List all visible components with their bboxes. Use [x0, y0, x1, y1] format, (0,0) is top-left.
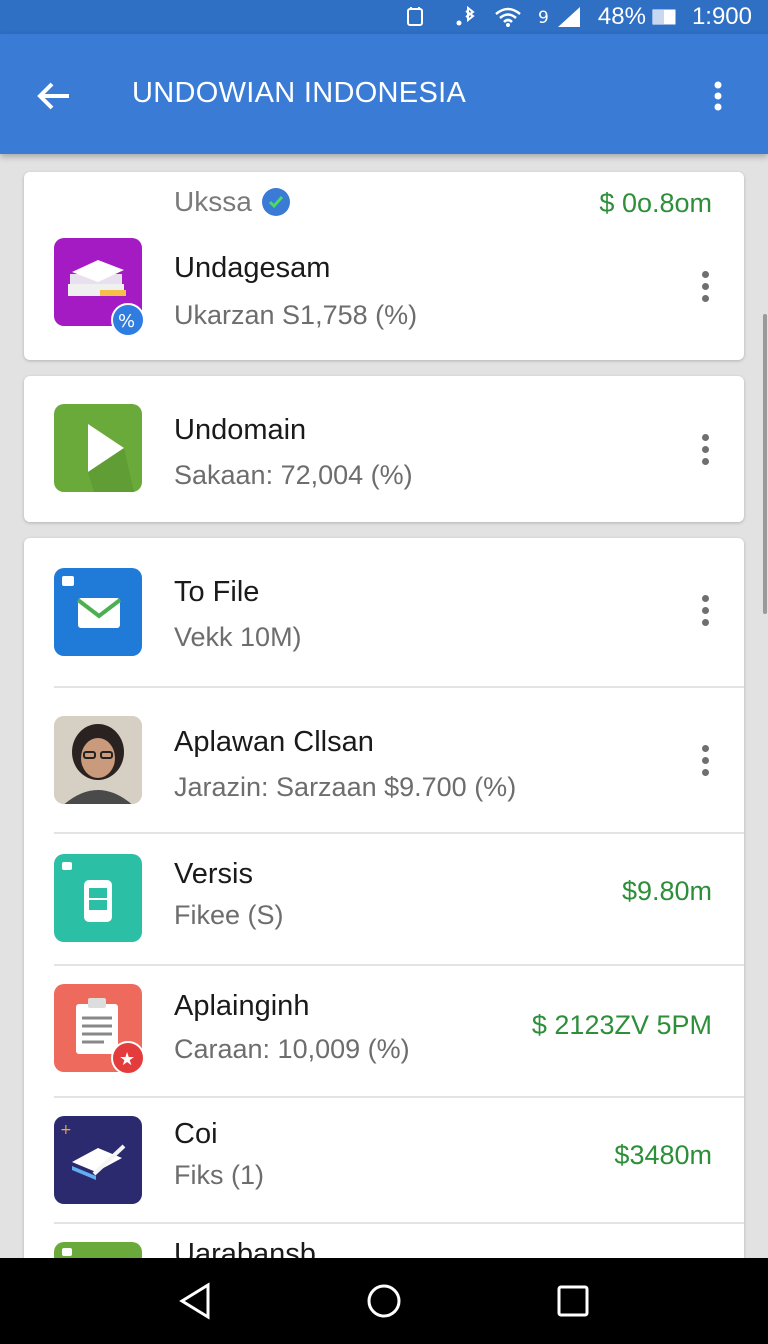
home-circle-icon — [367, 1284, 401, 1318]
document-icon: ★ — [54, 984, 145, 1075]
item-menu-button[interactable] — [692, 427, 718, 471]
sync-icon — [404, 6, 426, 28]
item-title: Aplainginh — [174, 990, 310, 1022]
card-undomain: Undomain Sakaan: 72,004 (%) — [24, 376, 744, 522]
item-subtitle: Sakaan: 72,004 (%) — [174, 460, 413, 490]
item-price: $3480m — [614, 1140, 712, 1170]
svg-text:9: 9 — [538, 8, 549, 28]
item-title: Uarabansb — [174, 1238, 316, 1258]
navigation-bar — [0, 1258, 768, 1344]
books-icon: % — [54, 238, 145, 337]
wifi-icon — [494, 6, 522, 28]
svg-text:%: % — [118, 311, 135, 332]
clock: 1:900 — [691, 3, 752, 30]
svg-text:+: + — [60, 1122, 72, 1138]
page-title: UNDOWIAN INDONESIA — [132, 77, 467, 109]
item-menu-button[interactable] — [692, 738, 718, 782]
item-price: $ 2123ZV 5PM — [531, 1010, 712, 1040]
card-file-list: To File Vekk 10M) Aplawan Cllsan Jarazin… — [24, 538, 744, 1258]
item-subtitle: Jarazin: Sarzaan $9.700 (%) — [174, 772, 517, 802]
item-subtitle: Ukarzan S1,758 (%) — [174, 300, 418, 330]
nav-back-button[interactable] — [165, 1271, 225, 1331]
scrollbar[interactable] — [763, 314, 767, 614]
item-menu-button[interactable] — [692, 588, 718, 632]
list-item[interactable]: + Coi Fiks (1) $3480m — [24, 1098, 744, 1224]
list-item[interactable]: Uarabansb — [24, 1224, 744, 1258]
item-title: Coi — [174, 1118, 218, 1150]
item-title: Undagesam — [174, 252, 331, 284]
item-title: Versis — [174, 858, 253, 890]
mail-icon — [54, 568, 142, 656]
back-triangle-icon — [178, 1282, 210, 1320]
list-item[interactable]: Versis Fikee (S) $9.80m — [24, 834, 744, 966]
list-item[interactable]: Aplawan Cllsan Jarazin: Sarzaan $9.700 (… — [24, 688, 744, 834]
nav-recents-button[interactable] — [543, 1271, 603, 1331]
back-button[interactable] — [30, 74, 78, 118]
nav-home-button[interactable] — [354, 1271, 414, 1331]
overflow-menu-icon — [714, 81, 722, 111]
item-title: Aplawan Cllsan — [174, 726, 374, 758]
list-item[interactable]: % Undagesam Ukarzan S1,758 (%) — [24, 172, 744, 360]
item-subtitle: Fikee (S) — [174, 900, 284, 930]
app-icon — [54, 1242, 142, 1258]
recents-square-icon — [557, 1285, 589, 1317]
overflow-menu-button[interactable] — [698, 74, 738, 118]
arrow-left-icon — [37, 82, 69, 110]
play-icon — [54, 404, 142, 492]
edit-book-icon: + — [54, 1116, 142, 1204]
avatar — [54, 716, 142, 804]
battery-text: 48% — [597, 3, 646, 30]
list-item[interactable]: To File Vekk 10M) — [24, 538, 744, 688]
svg-text:★: ★ — [119, 1049, 135, 1070]
battery-icon — [652, 8, 678, 26]
status-bar: 9 48% 1:900 — [0, 0, 768, 34]
item-title: Undomain — [174, 414, 307, 446]
bluetooth-icon — [456, 5, 478, 29]
item-subtitle: Caraan: 10,009 (%) — [174, 1034, 410, 1064]
item-subtitle: Vekk 10M) — [174, 622, 302, 652]
signal-icon: 9 — [538, 5, 582, 29]
item-price: $9.80m — [621, 876, 712, 906]
list-item[interactable]: ★ Aplainginh Caraan: 10,009 (%) $ 2123ZV… — [24, 966, 744, 1098]
item-title: To File — [174, 576, 260, 608]
list-item[interactable]: Undomain Sakaan: 72,004 (%) — [24, 376, 744, 522]
item-subtitle: Fiks (1) — [174, 1160, 264, 1190]
phone-icon — [54, 854, 142, 942]
content-list[interactable]: Ukssa $ 0o.8om % Undagesam Ukarzan S1,75… — [0, 154, 768, 1258]
app-bar: UNDOWIAN INDONESIA — [0, 34, 768, 154]
card-ukssa: Ukssa $ 0o.8om % Undagesam Ukarzan S1,75… — [24, 172, 744, 360]
item-menu-button[interactable] — [692, 264, 718, 308]
